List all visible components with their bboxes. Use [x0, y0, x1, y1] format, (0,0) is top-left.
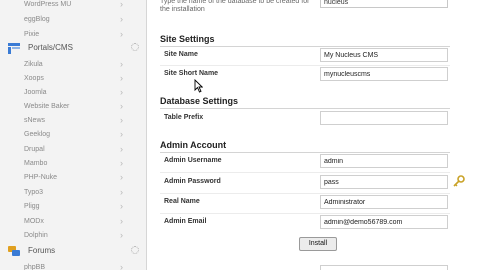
admin-account-heading: Admin Account	[160, 140, 227, 150]
sidebar-item-label: sNews	[24, 117, 46, 124]
sidebar-item-label: Xoops	[24, 75, 44, 82]
site-name-field[interactable]	[320, 48, 448, 62]
admin-username-label: Admin Username	[164, 157, 222, 164]
sidebar-item-label: Geeklog	[24, 131, 51, 138]
database-name-field[interactable]	[320, 0, 448, 8]
table-prefix-label: Table Prefix	[164, 114, 204, 121]
section-divider	[160, 46, 450, 47]
chevron-right-icon: ›	[120, 201, 123, 211]
row-divider	[160, 172, 450, 173]
chevron-right-icon: ›	[120, 216, 123, 226]
chevron-right-icon: ›	[120, 172, 123, 182]
sidebar-category-label: Forums	[28, 246, 56, 255]
forums-icon	[8, 246, 20, 256]
admin-email-label: Admin Email	[164, 218, 207, 225]
sidebar-item-label: Zikula	[24, 61, 43, 68]
portals-cms-icon	[8, 43, 20, 54]
sidebar-item-mambo[interactable]: Mambo ›	[0, 156, 146, 171]
row-divider	[160, 65, 450, 66]
sidebar-item-geeklog[interactable]: Geeklog ›	[0, 127, 146, 142]
sidebar-item-pligg[interactable]: Pligg ›	[0, 199, 146, 214]
sidebar-item-phpbb[interactable]: phpBB ›	[0, 260, 146, 270]
loading-spinner-icon	[131, 246, 139, 254]
row-divider	[160, 193, 450, 194]
chevron-right-icon: ›	[120, 129, 123, 139]
sidebar-item-wordpress-mu[interactable]: WordPress MU ›	[0, 0, 146, 12]
sidebar-item-php-nuke[interactable]: PHP-Nuke ›	[0, 170, 146, 185]
sidebar-item-label: PHP-Nuke	[24, 174, 58, 181]
loading-spinner-icon	[131, 43, 139, 51]
real-name-field[interactable]	[320, 195, 448, 209]
sidebar-item-label: Mambo	[24, 160, 48, 167]
next-field[interactable]	[320, 265, 448, 270]
sidebar-category-forums[interactable]: Forums	[0, 241, 146, 261]
sidebar-item-snews[interactable]: sNews ›	[0, 113, 146, 128]
chevron-right-icon: ›	[120, 262, 123, 270]
sidebar-category-portals-cms[interactable]: Portals/CMS	[0, 38, 146, 58]
sidebar-item-zikula[interactable]: Zikula ›	[0, 57, 146, 72]
admin-password-field[interactable]	[320, 175, 448, 189]
install-form: Type the name of the database to be crea…	[148, 0, 480, 270]
sidebar-item-label: Typo3	[24, 189, 44, 196]
chevron-right-icon: ›	[120, 73, 123, 83]
chevron-right-icon: ›	[120, 115, 123, 125]
sidebar-item-joomla[interactable]: Joomla ›	[0, 85, 146, 100]
chevron-right-icon: ›	[120, 187, 123, 197]
sidebar-item-typo3[interactable]: Typo3 ›	[0, 185, 146, 200]
chevron-right-icon: ›	[120, 144, 123, 154]
table-prefix-field[interactable]	[320, 111, 448, 125]
sidebar-category-label: Portals/CMS	[28, 43, 73, 52]
sidebar-item-label: WordPress MU	[24, 1, 72, 8]
database-name-hint: Type the name of the database to be crea…	[160, 0, 310, 13]
sidebar-item-label: MODx	[24, 218, 44, 225]
sidebar-item-label: Drupal	[24, 146, 45, 153]
key-icon[interactable]	[453, 175, 465, 187]
section-divider	[160, 152, 450, 153]
chevron-right-icon: ›	[120, 158, 123, 168]
admin-email-field[interactable]	[320, 215, 448, 229]
site-short-name-field[interactable]	[320, 67, 448, 81]
sidebar-item-drupal[interactable]: Drupal ›	[0, 142, 146, 157]
sidebar: WordPress MU › eggBlog › Pixie › Portals…	[0, 0, 147, 270]
sidebar-item-website-baker[interactable]: Website Baker ›	[0, 99, 146, 114]
site-name-label: Site Name	[164, 51, 198, 58]
sidebar-item-xoops[interactable]: Xoops ›	[0, 71, 146, 86]
admin-password-label: Admin Password	[164, 178, 221, 185]
site-short-name-label: Site Short Name	[164, 70, 219, 77]
real-name-label: Real Name	[164, 198, 200, 205]
sidebar-item-label: phpBB	[24, 264, 46, 270]
sidebar-item-eggblog[interactable]: eggBlog ›	[0, 12, 146, 27]
row-divider	[160, 213, 450, 214]
site-settings-heading: Site Settings	[160, 34, 215, 44]
install-button[interactable]: Install	[299, 237, 337, 251]
sidebar-item-modx[interactable]: MODx ›	[0, 214, 146, 229]
sidebar-item-label: Website Baker	[24, 103, 70, 110]
chevron-right-icon: ›	[120, 59, 123, 69]
section-divider	[160, 108, 450, 109]
sidebar-item-label: Joomla	[24, 89, 47, 96]
sidebar-item-label: eggBlog	[24, 16, 50, 23]
chevron-right-icon: ›	[120, 14, 123, 24]
chevron-right-icon: ›	[120, 101, 123, 111]
admin-username-field[interactable]	[320, 154, 448, 168]
database-settings-heading: Database Settings	[160, 96, 239, 106]
mouse-cursor-icon	[194, 79, 203, 93]
chevron-right-icon: ›	[120, 87, 123, 97]
sidebar-item-label: Pligg	[24, 203, 40, 210]
chevron-right-icon: ›	[120, 0, 123, 9]
